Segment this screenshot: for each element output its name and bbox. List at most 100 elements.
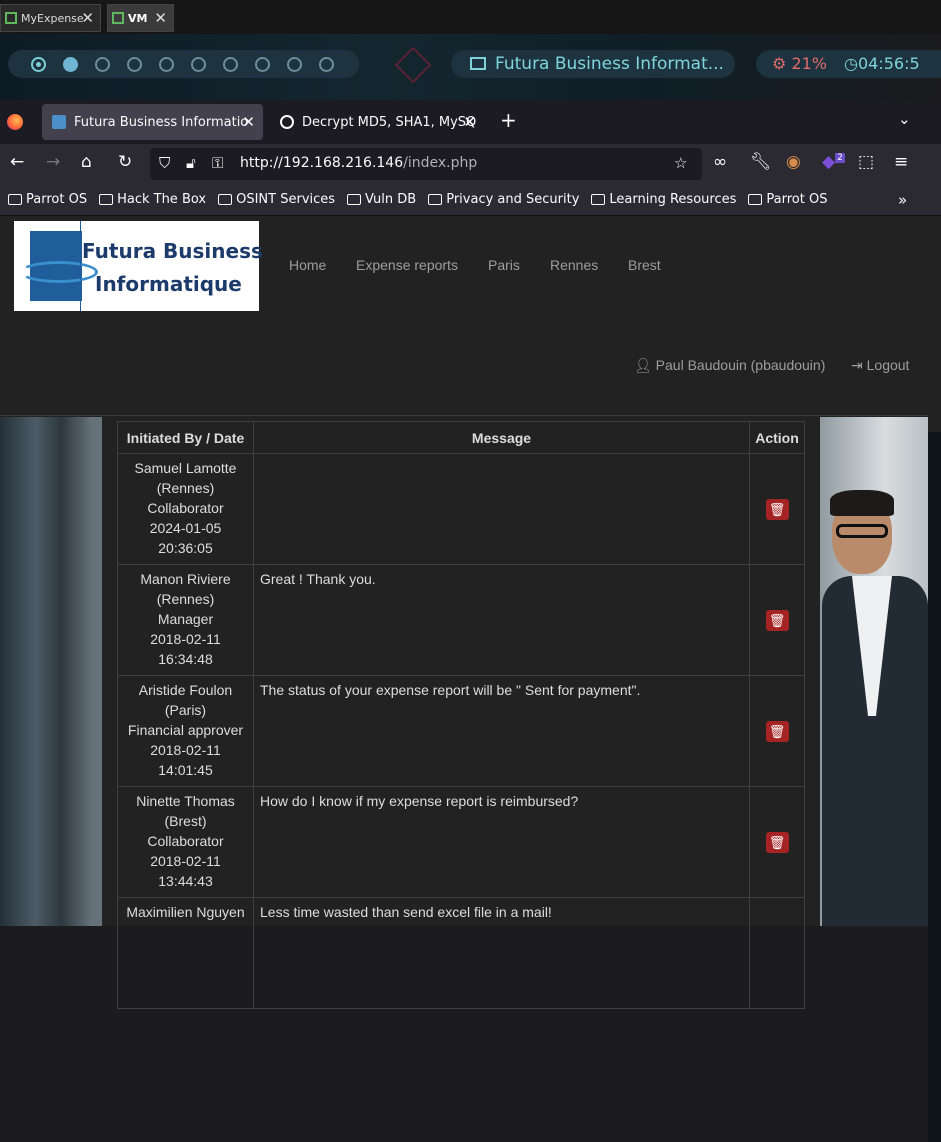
window-title-text: Futura Business Informat... xyxy=(495,54,724,74)
extension-icon[interactable]: ◉ xyxy=(786,152,801,172)
key-icon[interactable]: ⚿ xyxy=(212,154,223,172)
insecure-lock-icon[interactable]: 🔓︎ xyxy=(186,154,196,172)
bookmark-folder[interactable]: Hack The Box xyxy=(99,192,206,207)
nav-expense-reports[interactable]: Expense reports xyxy=(356,257,458,273)
url-text[interactable]: http://192.168.216.146/index.php xyxy=(240,155,477,171)
initiator-cell: Aristide Foulon (Paris) Financial approv… xyxy=(117,675,254,787)
initiator-city: (Brest) xyxy=(164,813,207,829)
site-header: Futura Business Informatique Home Expens… xyxy=(0,216,928,416)
action-cell: 🗑︎ xyxy=(749,786,805,898)
site-logo[interactable]: Futura Business Informatique xyxy=(14,221,263,311)
wrench-icon[interactable]: 🔧︎ xyxy=(750,152,772,172)
user-name: Paul Baudouin (pbaudouin) xyxy=(655,357,826,373)
clock-value: 04:56:5 xyxy=(857,54,920,73)
nav-home[interactable]: Home xyxy=(289,257,326,273)
initiator-role: Collaborator xyxy=(147,833,224,849)
bookmarks-bar: Parrot OS Hack The Box OSINT Services Vu… xyxy=(0,184,941,216)
site-favicon-icon xyxy=(52,115,66,129)
initiator-cell: Samuel Lamotte (Rennes) Collaborator 202… xyxy=(117,453,254,565)
workspace-switcher xyxy=(8,50,359,78)
mask-icon[interactable]: ∞ xyxy=(713,152,727,172)
message-cell: The status of your expense report will b… xyxy=(253,675,750,787)
workspace-5[interactable] xyxy=(159,57,174,72)
tab-decrypt[interactable]: Decrypt MD5, SHA1, MySQ ✕ xyxy=(270,104,484,140)
action-cell: 🗑︎ xyxy=(749,453,805,565)
bookmark-folder[interactable]: Parrot OS xyxy=(8,192,87,207)
current-user[interactable]: 👤︎ Paul Baudouin (pbaudouin) xyxy=(634,357,825,374)
workspace-1[interactable] xyxy=(31,57,46,72)
url-bar[interactable]: ⛉ 🔓︎ ⚿ http://192.168.216.146/index.php … xyxy=(150,148,702,180)
folder-icon xyxy=(748,194,763,205)
workspace-6[interactable] xyxy=(191,57,206,72)
background-photo-left xyxy=(0,417,102,926)
workspace-2[interactable] xyxy=(63,57,78,72)
bookmark-folder[interactable]: Learning Resources xyxy=(591,192,736,207)
workspace-10[interactable] xyxy=(319,57,334,72)
workspace-4[interactable] xyxy=(127,57,142,72)
workspace-8[interactable] xyxy=(255,57,270,72)
bookmark-label: Hack The Box xyxy=(117,192,207,207)
delete-trash-icon[interactable]: 🗑︎ xyxy=(765,720,789,742)
delete-trash-icon[interactable]: 🗑︎ xyxy=(765,609,789,631)
tab-futura[interactable]: Futura Business Informatio ✕ xyxy=(42,104,263,140)
bookmark-folder[interactable]: Parrot OS xyxy=(748,192,827,207)
table-row: Ninette Thomas (Brest) Collaborator 2018… xyxy=(117,786,805,898)
new-tab-icon[interactable]: + xyxy=(500,108,517,132)
logo-text-line2: Informatique xyxy=(95,272,242,296)
delete-trash-icon[interactable]: 🗑︎ xyxy=(765,498,789,520)
messages-panel: Initiated By / Date Message Action Samue… xyxy=(102,417,820,1009)
active-window-title[interactable]: Futura Business Informat... xyxy=(451,50,735,78)
table-row: Samuel Lamotte (Rennes) Collaborator 202… xyxy=(117,453,805,565)
table-row: Manon Riviere (Rennes) Manager 2018-02-1… xyxy=(117,564,805,676)
nav-rennes[interactable]: Rennes xyxy=(550,257,598,273)
forward-icon[interactable]: → xyxy=(46,152,60,172)
column-header-message: Message xyxy=(253,421,750,454)
action-cell: 🗑︎ xyxy=(749,564,805,676)
home-icon[interactable]: ⌂ xyxy=(81,152,92,172)
extensions-icon[interactable]: ⬚ xyxy=(858,152,874,172)
bookmark-label: Learning Resources xyxy=(609,192,737,207)
firefox-icon[interactable] xyxy=(7,114,23,130)
message-date: 2018-02-11 xyxy=(150,631,221,647)
logout-link[interactable]: ⇥ Logout xyxy=(851,357,909,374)
initiator-city: (Rennes) xyxy=(156,591,215,607)
folder-icon xyxy=(8,194,22,205)
bookmark-star-icon[interactable]: ☆ xyxy=(674,154,687,172)
bookmark-folder[interactable]: OSINT Services xyxy=(218,192,335,207)
host-tab-vm[interactable]: VM ✕ xyxy=(107,4,174,32)
close-icon[interactable]: ✕ xyxy=(154,9,167,27)
host-tab-myexpense[interactable]: MyExpense ✕ xyxy=(0,4,101,32)
folder-icon xyxy=(591,194,606,205)
table-header-row: Initiated By / Date Message Action xyxy=(117,421,805,454)
close-icon[interactable]: ✕ xyxy=(81,9,94,27)
bookmark-label: Privacy and Security xyxy=(446,192,580,207)
extension-badge-icon[interactable]: ◆ 2 xyxy=(822,152,845,172)
vm-icon xyxy=(5,12,17,24)
folder-icon xyxy=(428,194,443,205)
shield-icon[interactable]: ⛉ xyxy=(159,154,170,172)
reload-icon[interactable]: ↻ xyxy=(118,152,132,172)
menu-icon[interactable]: ≡ xyxy=(894,152,908,172)
close-tab-icon[interactable]: ✕ xyxy=(463,113,476,131)
initiator-name: Maximilien Nguyen xyxy=(126,904,245,920)
chevron-down-icon[interactable]: ⌄ xyxy=(898,110,911,128)
logout-label: Logout xyxy=(866,357,910,373)
workspace-7[interactable] xyxy=(223,57,238,72)
workspace-3[interactable] xyxy=(95,57,110,72)
window-icon xyxy=(470,57,486,70)
bookmark-folder[interactable]: Vuln DB xyxy=(347,192,416,207)
bookmark-folder[interactable]: Privacy and Security xyxy=(428,192,579,207)
initiator-cell: Maximilien Nguyen xyxy=(117,897,254,1009)
close-tab-icon[interactable]: ✕ xyxy=(242,113,255,131)
message-time: 20:36:05 xyxy=(158,540,213,556)
browser-tab-bar: Futura Business Informatio ✕ Decrypt MD5… xyxy=(0,100,941,144)
initiator-name: Ninette Thomas xyxy=(136,793,235,809)
tab-label: Futura Business Informatio xyxy=(74,114,249,130)
delete-trash-icon[interactable]: 🗑︎ xyxy=(765,831,789,853)
back-icon[interactable]: ← xyxy=(10,152,24,172)
url-path: /index.php xyxy=(403,155,478,171)
nav-brest[interactable]: Brest xyxy=(628,257,661,273)
workspace-9[interactable] xyxy=(287,57,302,72)
more-bookmarks-icon[interactable]: » xyxy=(898,191,907,209)
nav-paris[interactable]: Paris xyxy=(488,257,520,273)
